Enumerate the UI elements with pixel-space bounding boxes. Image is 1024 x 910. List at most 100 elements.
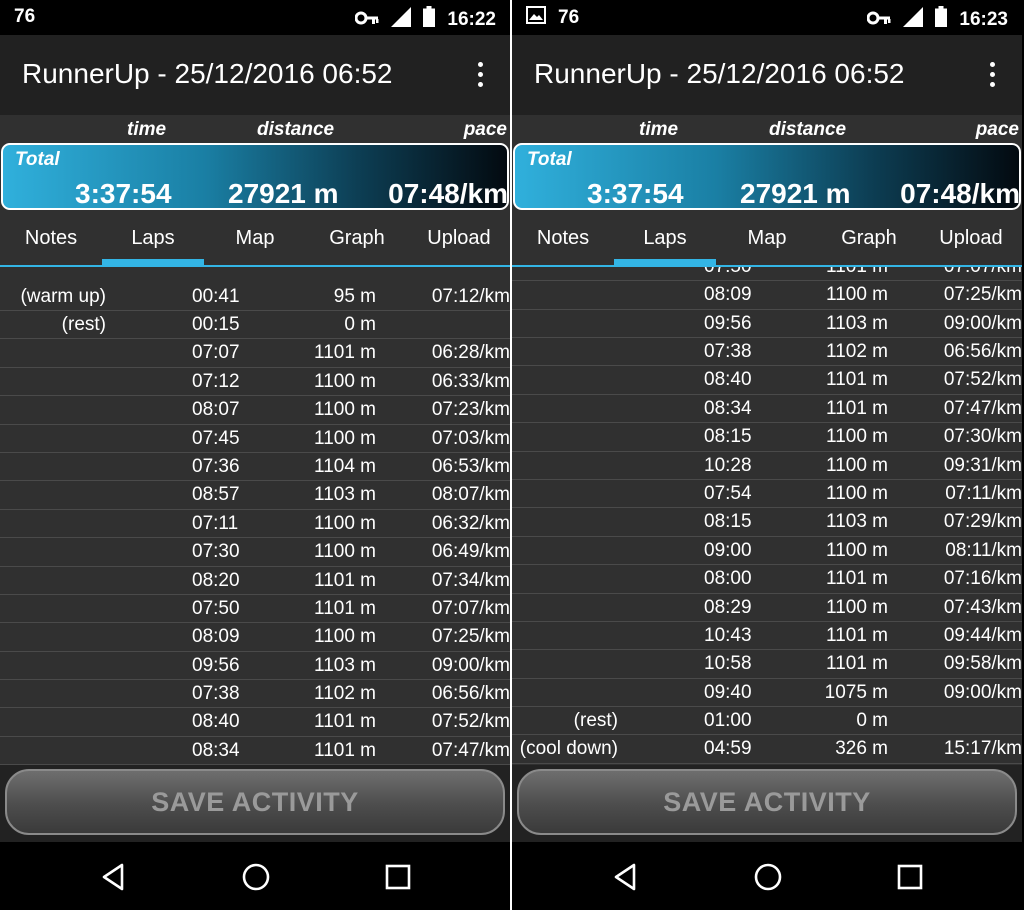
tab-laps[interactable]: Laps [614, 213, 716, 265]
lap-distance: 1100 m [826, 426, 888, 448]
tab-upload[interactable]: Upload [408, 213, 510, 263]
lap-distance: 1101 m [314, 711, 376, 733]
lap-row[interactable]: 10:58 1101 m 09:58/km [512, 650, 1022, 679]
lap-distance: 1101 m [826, 568, 888, 590]
lap-row[interactable]: 08:09 1100 m 07:25/km [512, 281, 1022, 310]
lap-row[interactable]: 08:00 1101 m 07:16/km [512, 565, 1022, 594]
tab-graph[interactable]: Graph [818, 213, 920, 263]
lap-row[interactable]: 08:40 1101 m 07:52/km [512, 366, 1022, 395]
lap-pace: 07:23/km [431, 399, 510, 421]
tab-graph[interactable]: Graph [306, 213, 408, 263]
lap-pace: 06:49/km [431, 541, 510, 563]
lap-row[interactable]: 08:15 1103 m 07:29/km [512, 508, 1022, 537]
lap-time: 09:56 [704, 312, 752, 334]
lap-row[interactable]: 09:56 1103 m 09:00/km [512, 310, 1022, 338]
save-activity-button[interactable]: SAVE ACTIVITY [517, 769, 1017, 835]
lap-row[interactable]: 08:34 1101 m 07:47/km [512, 395, 1022, 424]
lap-row[interactable]: 07:50 1101 m 07:07/km [0, 595, 510, 624]
home-icon[interactable] [239, 860, 273, 894]
lap-row[interactable]: 08:29 1100 m 07:43/km [512, 594, 1022, 622]
lap-time: 08:15 [704, 426, 752, 448]
lap-pace: 06:32/km [431, 512, 510, 534]
lap-time: 09:56 [192, 654, 240, 676]
lap-row[interactable]: 08:09 1100 m 07:25/km [0, 623, 510, 652]
lap-distance: 1100 m [826, 284, 888, 306]
lap-pace: 09:31/km [943, 454, 1022, 476]
lap-row[interactable]: (rest) 00:15 0 m [0, 311, 510, 340]
tab-map[interactable]: Map [716, 213, 818, 263]
tab-upload[interactable]: Upload [920, 213, 1022, 263]
overflow-menu-icon[interactable] [468, 59, 492, 91]
lap-pace: 07:52/km [431, 711, 510, 733]
overflow-menu-icon[interactable] [980, 59, 1004, 91]
lap-row[interactable]: (cool down) 04:59 326 m 15:17/km [512, 735, 1022, 764]
laps-list[interactable]: (warm up) 00:41 95 m 07:12/km (rest) 00:15 0 m… [0, 267, 510, 765]
lap-row[interactable]: 07:11 1100 m 06:32/km [0, 510, 510, 539]
laps-list[interactable]: 07:50 1101 m 07:07/km 08:09 1100 m 07:25/km 09… [512, 267, 1022, 765]
recents-icon[interactable] [893, 860, 927, 894]
lap-pace: 07:12/km [431, 285, 510, 307]
save-activity-button[interactable]: SAVE ACTIVITY [5, 769, 505, 835]
lap-row[interactable]: 10:43 1101 m 09:44/km [512, 622, 1022, 651]
lap-row[interactable]: 09:56 1103 m 09:00/km [0, 652, 510, 681]
lap-distance: 1101 m [826, 397, 888, 419]
summary-header: time distance pace [0, 115, 510, 143]
tab-map[interactable]: Map [204, 213, 306, 263]
lap-distance: 1101 m [826, 653, 888, 675]
lap-row[interactable]: 07:50 1101 m 07:07/km [512, 267, 1022, 282]
lap-time: 07:36 [192, 455, 240, 477]
lap-distance: 1100 m [826, 596, 888, 618]
total-summary: Total 3:37:54 27921 m 07:48/km [1, 143, 509, 210]
tab-notes[interactable]: Notes [0, 213, 102, 263]
app-bar: RunnerUp - 25/12/2016 06:52 [0, 35, 510, 115]
lap-distance: 0 m [856, 710, 888, 732]
recents-icon[interactable] [381, 860, 415, 894]
lap-row[interactable]: 09:40 1075 m 09:00/km [512, 679, 1022, 708]
lap-label: (warm up) [20, 285, 106, 307]
lap-pace: 07:43/km [943, 596, 1022, 618]
lap-label: (rest) [573, 710, 618, 732]
lap-row[interactable]: 08:57 1103 m 08:07/km [0, 481, 510, 510]
back-icon[interactable] [98, 860, 132, 894]
lap-time: 07:38 [704, 340, 752, 362]
lap-row[interactable]: 07:45 1100 m 07:03/km [0, 425, 510, 453]
lap-pace: 08:07/km [431, 484, 510, 506]
lap-row[interactable]: (rest) 01:00 0 m [512, 707, 1022, 736]
signal-icon [903, 6, 924, 33]
lap-row[interactable]: (warm up) 00:41 95 m 07:12/km [0, 283, 510, 311]
lap-row[interactable]: 07:38 1102 m 06:56/km [0, 680, 510, 709]
lap-row[interactable]: 08:20 1101 m 07:34/km [0, 567, 510, 595]
tab-laps[interactable]: Laps [102, 213, 204, 265]
lap-distance: 1101 m [826, 624, 888, 646]
app-title: RunnerUp - 25/12/2016 06:52 [534, 58, 905, 89]
back-icon[interactable] [610, 860, 644, 894]
lap-row[interactable]: 10:28 1100 m 09:31/km [512, 452, 1022, 480]
battery-icon [935, 6, 948, 33]
lap-distance: 1101 m [826, 267, 888, 278]
lap-row[interactable]: 08:15 1100 m 07:30/km [512, 423, 1022, 452]
lap-row[interactable]: 09:00 1100 m 08:11/km [512, 537, 1022, 566]
lap-row[interactable]: 07:30 1100 m 06:49/km [0, 538, 510, 567]
lap-distance: 1103 m [826, 511, 888, 533]
total-label: Total [527, 149, 572, 170]
total-distance: 27921 m [228, 178, 339, 209]
lap-row[interactable]: 07:38 1102 m 06:56/km [512, 338, 1022, 367]
status-bar: 76 16:22 [0, 0, 510, 35]
app-bar: RunnerUp - 25/12/2016 06:52 [512, 35, 1022, 115]
tab-notes[interactable]: Notes [512, 213, 614, 263]
lap-row[interactable]: 08:40 1101 m 07:52/km [0, 708, 510, 737]
lap-row[interactable]: 07:12 1100 m 06:33/km [0, 368, 510, 397]
lap-pace: 07:11/km [945, 482, 1022, 504]
lap-row[interactable]: 08:34 1101 m 07:47/km [0, 737, 510, 765]
tab-bar: Notes Laps Map Graph Upload [512, 213, 1022, 267]
lap-row[interactable]: 08:07 1100 m 07:23/km [0, 396, 510, 425]
lap-row[interactable]: 07:54 1100 m 07:11/km [512, 480, 1022, 509]
lap-pace: 07:03/km [431, 427, 510, 449]
active-tab-indicator [614, 259, 716, 265]
lap-time: 08:40 [704, 369, 752, 391]
lap-row[interactable]: 07:36 1104 m 06:53/km [0, 453, 510, 482]
total-pace: 07:48/km [900, 178, 1020, 209]
home-icon[interactable] [751, 860, 785, 894]
lap-row[interactable]: 07:07 1101 m 06:28/km [0, 339, 510, 368]
header-pace: pace [463, 119, 507, 140]
